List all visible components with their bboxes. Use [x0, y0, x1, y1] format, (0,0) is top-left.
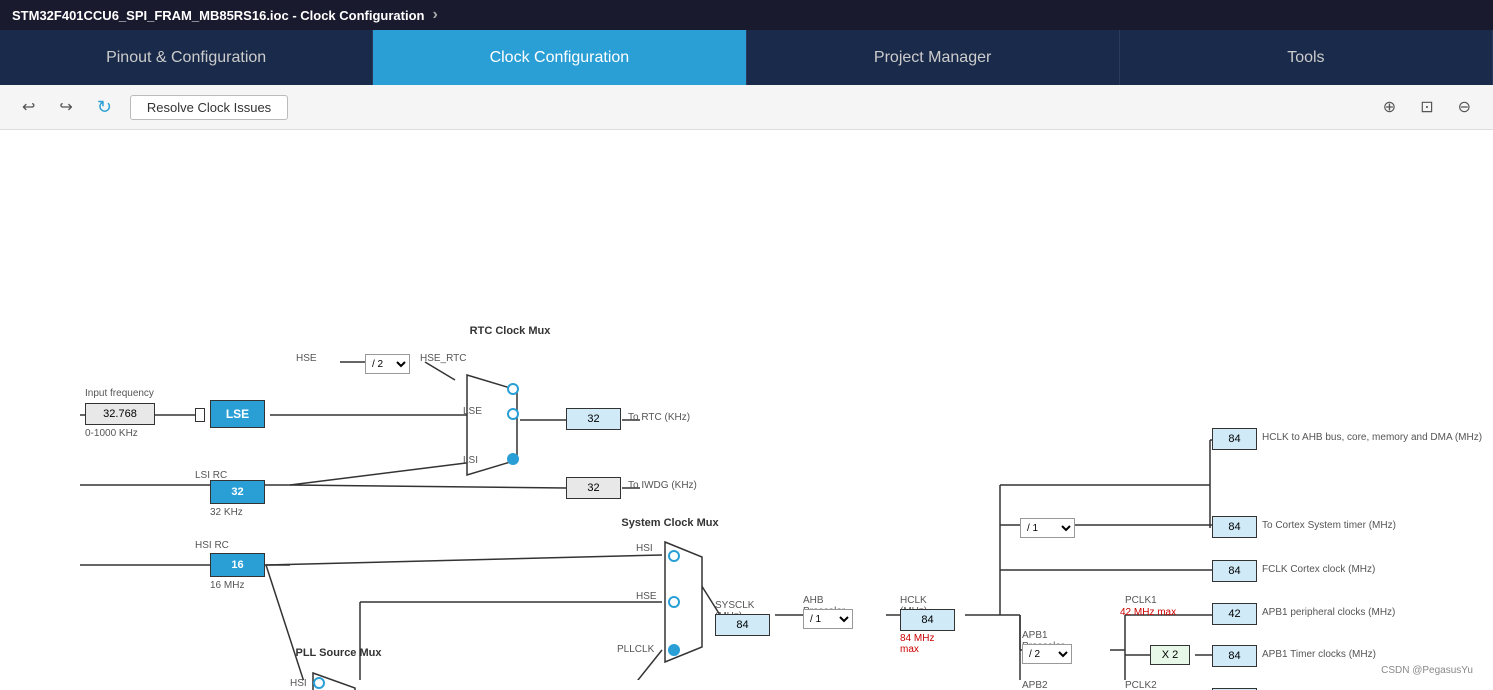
apb1-timer-value-box[interactable]: 84 [1212, 645, 1257, 667]
hclk-max-label: 84 MHz max [900, 633, 950, 655]
hse-rtc-sig-label: HSE_RTC [420, 353, 467, 364]
fit-button[interactable]: ⊡ [1414, 93, 1439, 121]
attribution-label: CSDN @PegasusYu [1381, 665, 1473, 676]
apb1-value-box[interactable]: 42 [1212, 603, 1257, 625]
apb1-timer-x2-box: X 2 [1150, 645, 1190, 665]
pclk1-max-label: 42 MHz max [1120, 607, 1176, 618]
zoom-in-button[interactable]: ⊕ [1377, 93, 1402, 121]
title-bar: STM32F401CCU6_SPI_FRAM_MB85RS16.ioc - Cl… [0, 0, 1493, 30]
to-rtc-label: To RTC (KHz) [628, 412, 690, 423]
tab-bar: Pinout & Configuration Clock Configurati… [0, 30, 1493, 85]
resolve-clock-issues-button[interactable]: Resolve Clock Issues [130, 95, 288, 120]
pll-source-mux-title: PLL Source Mux [286, 647, 391, 659]
lse-sig-label: LSE [463, 406, 482, 417]
cortex-timer-label: To Cortex System timer (MHz) [1262, 520, 1396, 531]
pllclk-label: PLLCLK [617, 644, 654, 655]
ahb-div-select[interactable]: / 1 [803, 609, 853, 629]
lsi-sig-label: LSI [463, 455, 478, 466]
hsi-sys-radio[interactable] [668, 550, 680, 562]
input-freq-top-label: Input frequency [85, 388, 154, 399]
hse-rtc-radio[interactable] [507, 383, 519, 395]
hsi-rc-label: HSI RC [195, 540, 229, 551]
hse-sys-radio[interactable] [668, 596, 680, 608]
apb2-prescaler-label: APB2 Prescaler [1022, 680, 1072, 690]
lsi-khz-label: 32 KHz [210, 507, 243, 518]
sysclk-area: SYSCLK (MHz) 84 [710, 600, 765, 622]
apb1-periph-label: APB1 peripheral clocks (MHz) [1262, 607, 1395, 618]
hse-sig-label: HSE [296, 353, 317, 364]
hse-sysclk-label: HSE [636, 591, 657, 602]
tab-pinout[interactable]: Pinout & Configuration [0, 30, 373, 85]
hsi-pll-radio[interactable] [313, 677, 325, 689]
lsi-radio[interactable] [507, 453, 519, 465]
hclk-ahb-value-box[interactable]: 84 [1212, 428, 1257, 450]
fclk-value-box[interactable]: 84 [1212, 560, 1257, 582]
apb1-div-select[interactable]: / 2 [1022, 644, 1072, 664]
lse-indicator [195, 408, 205, 422]
sysclk-value-box[interactable]: 84 [715, 614, 770, 636]
ahb-prescaler-area: AHB Prescaler / 1 [803, 595, 853, 615]
lsi-value-box: 32 [210, 480, 265, 504]
clock-diagram-area: Input frequency 32.768 0-1000 KHz LSE LS… [0, 130, 1493, 690]
undo-button[interactable]: ↩ [16, 93, 41, 121]
hse-div2-select[interactable]: / 2 [365, 354, 410, 374]
pclk2-label: PCLK2 [1125, 680, 1157, 690]
to-iwdg-label: To IWDG (KHz) [628, 480, 697, 491]
input-freq-value-box[interactable]: 32.768 [85, 403, 155, 425]
pclk1-label: PCLK1 [1125, 595, 1157, 606]
apb1-prescaler-area: APB1 Prescaler / 2 [1022, 630, 1072, 650]
clock-diagram: Input frequency 32.768 0-1000 KHz LSE LS… [10, 140, 1483, 680]
hclk-area: HCLK (MHz) 84 84 MHz max [895, 595, 950, 617]
zoom-out-button[interactable]: ⊖ [1452, 93, 1477, 121]
lse-box: LSE [210, 400, 265, 428]
refresh-button[interactable]: ↻ [91, 93, 118, 122]
cortex-div-select[interactable]: / 1 [1020, 518, 1075, 538]
hclk-ahb-label: HCLK to AHB bus, core, memory and DMA (M… [1262, 432, 1482, 443]
hsi-mhz-label: 16 MHz [210, 580, 244, 591]
redo-button[interactable]: ↪ [53, 93, 78, 121]
tab-clock[interactable]: Clock Configuration [373, 30, 746, 85]
sys-mux-shape [657, 537, 707, 667]
hsi-value-box: 16 [210, 553, 265, 577]
tab-tools[interactable]: Tools [1120, 30, 1493, 85]
apb1-timer-label: APB1 Timer clocks (MHz) [1262, 649, 1376, 660]
window-title: STM32F401CCU6_SPI_FRAM_MB85RS16.ioc - Cl… [12, 8, 424, 23]
hclk-value-box[interactable]: 84 [900, 609, 955, 631]
pllclk-sys-radio[interactable] [668, 644, 680, 656]
lse-radio[interactable] [507, 408, 519, 420]
cortex-timer-value-box[interactable]: 84 [1212, 516, 1257, 538]
fclk-label: FCLK Cortex clock (MHz) [1262, 564, 1375, 575]
input-freq-range-label: 0-1000 KHz [85, 428, 138, 439]
toolbar: ↩ ↪ ↻ Resolve Clock Issues ⊕ ⊡ ⊖ [0, 85, 1493, 130]
apb2-prescaler-area: APB2 Prescaler / 1 [1022, 680, 1072, 690]
system-clock-mux-title: System Clock Mux [615, 517, 725, 529]
rtc-output-box[interactable]: 32 [566, 408, 621, 430]
tab-project[interactable]: Project Manager [747, 30, 1120, 85]
chevron-icon: › [432, 6, 437, 24]
hsi-sysclk-label: HSI [636, 543, 653, 554]
rtc-clock-mux-title: RTC Clock Mux [460, 325, 560, 337]
iwdg-output-box[interactable]: 32 [566, 477, 621, 499]
